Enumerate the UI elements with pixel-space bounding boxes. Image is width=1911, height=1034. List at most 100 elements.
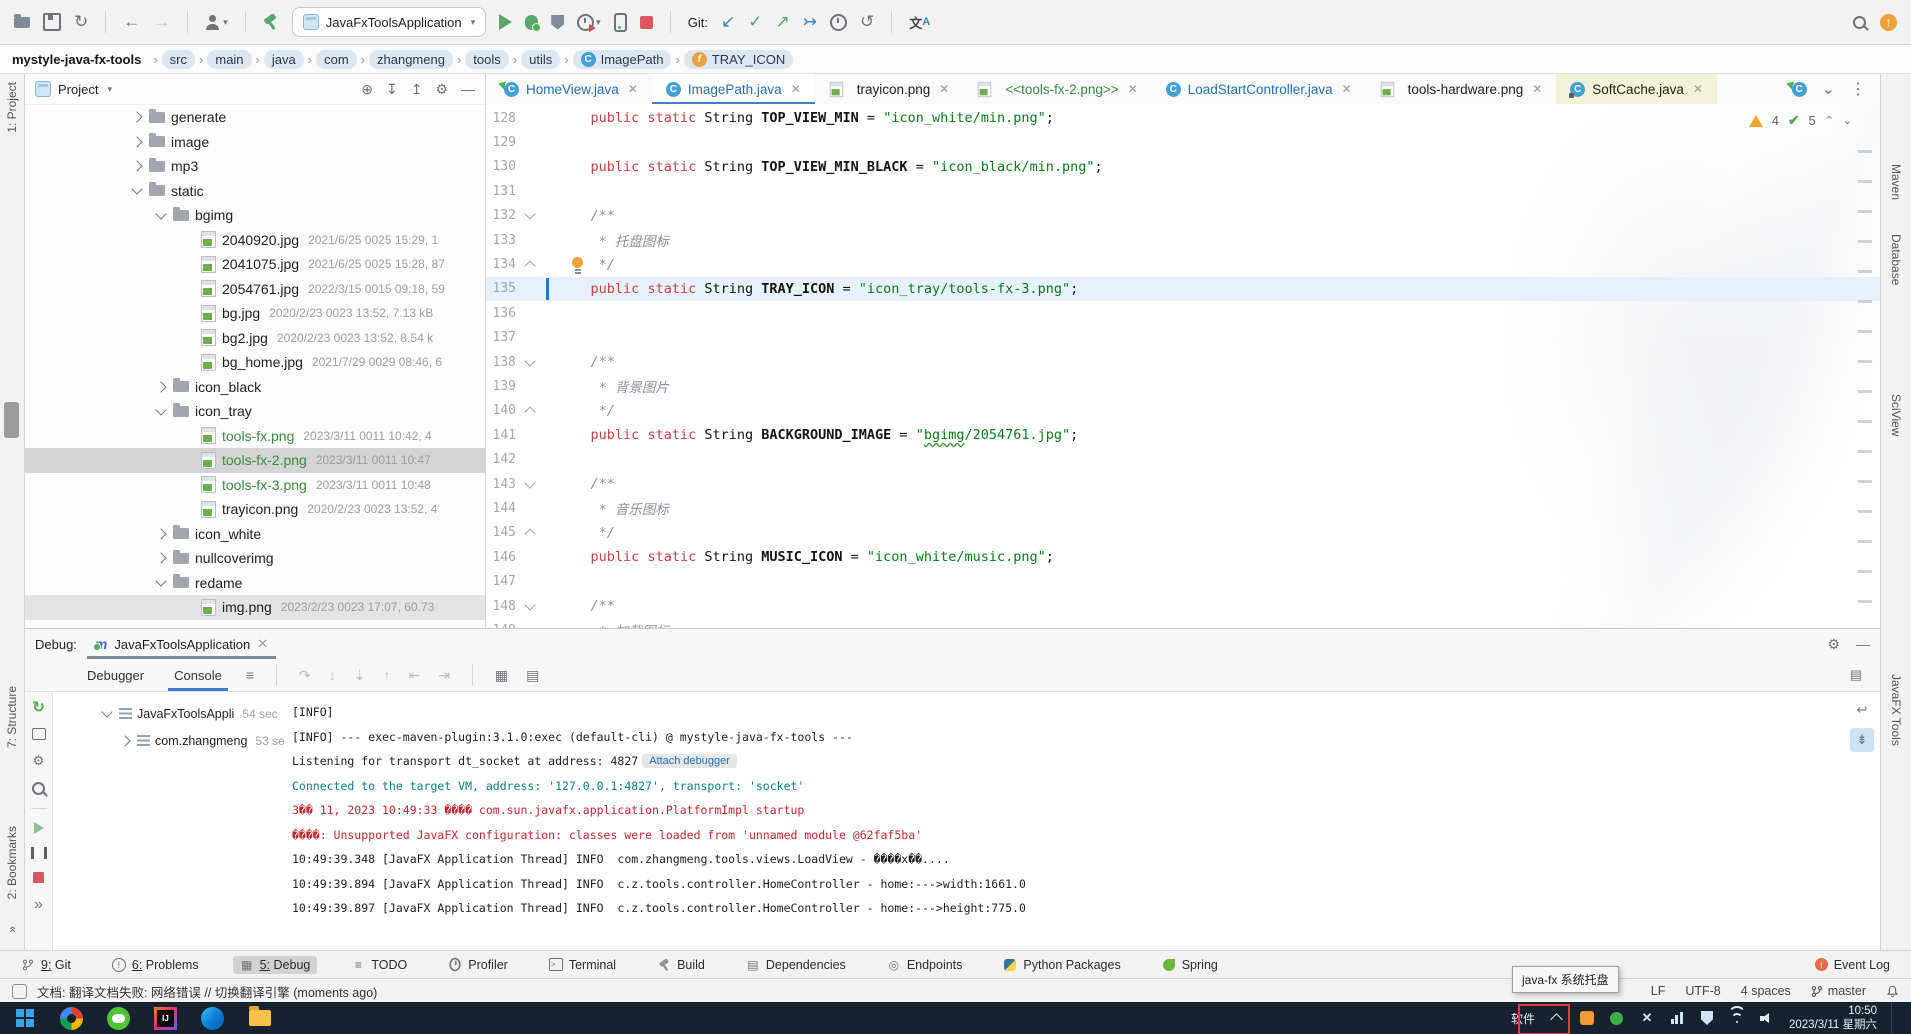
stop-icon[interactable] bbox=[33, 872, 44, 883]
close-icon[interactable]: ✕ bbox=[1532, 82, 1542, 96]
editor-tab[interactable]: CImagePath.java✕ bbox=[652, 74, 815, 104]
start-button[interactable] bbox=[12, 1006, 37, 1031]
chevron-right-icon[interactable] bbox=[116, 737, 134, 745]
fold-end-icon[interactable] bbox=[524, 260, 535, 271]
git-commit-icon[interactable]: ✓ bbox=[748, 12, 762, 32]
tree-row[interactable]: tools-fx.png2023/3/11 0011 10:42, 4 bbox=[25, 424, 485, 449]
sidebar-item-javafx-tools[interactable]: JavaFX Tools bbox=[1881, 674, 1911, 746]
code-line[interactable]: 148 /** bbox=[486, 594, 1880, 618]
soft-wrap-icon[interactable]: ↩ bbox=[1850, 698, 1874, 722]
user-profile-icon[interactable]: ▾ bbox=[205, 15, 228, 29]
javafx-tray-icon[interactable] bbox=[1609, 1010, 1625, 1026]
editor-tab[interactable]: <<tools-fx-2.png>>✕ bbox=[963, 74, 1151, 104]
history-icon[interactable] bbox=[830, 14, 847, 31]
chevron-right-icon[interactable] bbox=[125, 138, 149, 146]
editor-tab[interactable]: trayicon.png✕ bbox=[815, 74, 964, 104]
toolwindow-deps[interactable]: ▤Dependencies bbox=[739, 956, 853, 974]
toolwindow-endpoints[interactable]: ◎Endpoints bbox=[880, 956, 970, 974]
toolwindow-todo[interactable]: ≡TODO bbox=[344, 956, 414, 974]
stop-button[interactable] bbox=[640, 16, 653, 29]
code-line[interactable]: 144 * 音乐图标 bbox=[486, 496, 1880, 520]
save-icon[interactable] bbox=[43, 13, 61, 31]
sidebar-item-sciview[interactable]: SciView bbox=[1881, 394, 1911, 436]
fold-start-icon[interactable] bbox=[524, 477, 535, 488]
run-with-coverage-icon[interactable] bbox=[551, 15, 564, 30]
toolwindow-git[interactable]: 9: Git bbox=[14, 956, 78, 974]
git-cherry-pick-icon[interactable]: ↣ bbox=[803, 12, 817, 32]
run-button[interactable] bbox=[499, 14, 512, 30]
code-line[interactable]: 132 /** bbox=[486, 204, 1880, 228]
close-icon[interactable]: ✕ bbox=[257, 636, 268, 652]
browser-icon[interactable] bbox=[59, 1006, 84, 1031]
sidebar-item-structure[interactable]: 7: Structure bbox=[0, 686, 24, 748]
attach-debugger-link[interactable]: Attach debugger bbox=[642, 754, 737, 768]
tree-row[interactable]: 2041075.jpg2021/6/25 0025 15:28, 87 bbox=[25, 252, 485, 277]
close-icon[interactable]: ✕ bbox=[628, 82, 638, 96]
inspections-widget[interactable]: 4 ✔ 5 ⌃ ⌄ bbox=[1749, 112, 1852, 129]
update-available-icon[interactable]: ↑ bbox=[1880, 14, 1897, 31]
code-line[interactable]: 131 bbox=[486, 179, 1880, 203]
breadcrumb-item[interactable]: utils bbox=[521, 50, 560, 69]
open-icon[interactable] bbox=[14, 17, 30, 28]
hide-panel-icon[interactable]: — bbox=[461, 81, 475, 97]
resume-icon[interactable] bbox=[34, 822, 44, 834]
thread-dump-icon[interactable] bbox=[32, 728, 46, 740]
sidebar-item-bookmarks[interactable]: 2: Bookmarks bbox=[0, 826, 24, 899]
step-out-icon[interactable]: ↑ bbox=[383, 667, 390, 683]
chevron-right-icon[interactable] bbox=[149, 554, 173, 562]
git-push-icon[interactable]: ↗ bbox=[775, 12, 789, 32]
tab-options-kebab-icon[interactable]: ⋮ bbox=[1850, 79, 1866, 99]
pause-icon[interactable] bbox=[31, 847, 47, 859]
evaluate-expression-icon[interactable]: ▦ bbox=[495, 667, 508, 684]
restore-layout-icon[interactable]: ▤ bbox=[1850, 667, 1880, 683]
chevron-right-icon[interactable] bbox=[149, 530, 173, 538]
close-icon[interactable]: ✕ bbox=[1128, 82, 1138, 96]
toolwindow-event-log[interactable]: i Event Log bbox=[1808, 956, 1897, 974]
network-wifi-icon[interactable] bbox=[1729, 1010, 1745, 1026]
chevron-down-icon[interactable] bbox=[149, 213, 173, 218]
tree-row[interactable]: 2040920.jpg2021/6/25 0025 15:29, 1 bbox=[25, 228, 485, 253]
tree-row[interactable]: generate bbox=[25, 105, 485, 130]
tab-console[interactable]: Console bbox=[168, 659, 228, 691]
scroll-to-end-icon[interactable]: ⇟ bbox=[1850, 728, 1874, 752]
file-explorer-icon[interactable] bbox=[247, 1006, 272, 1031]
more-tool-windows-icon[interactable]: » bbox=[0, 926, 24, 933]
tree-row[interactable]: img.png2023/2/23 0023 17:07, 60.73 bbox=[25, 595, 485, 620]
build-hammer-icon[interactable] bbox=[263, 14, 279, 30]
locate-file-icon[interactable]: ⊕ bbox=[361, 81, 373, 98]
line-ending-indicator[interactable]: LF bbox=[1651, 984, 1666, 998]
volume-icon[interactable] bbox=[1759, 1010, 1775, 1026]
chevron-down-icon[interactable] bbox=[125, 188, 149, 193]
tree-row[interactable]: static bbox=[25, 179, 485, 204]
breadcrumb-item[interactable]: main bbox=[207, 50, 251, 69]
forward-icon[interactable]: → bbox=[153, 12, 170, 32]
git-branch-widget[interactable]: master bbox=[1811, 984, 1866, 998]
process-tree-row[interactable]: JavaFxToolsAppli54 sec bbox=[52, 700, 284, 727]
code-line[interactable]: 137 bbox=[486, 326, 1880, 350]
close-icon[interactable]: ✕ bbox=[1342, 82, 1352, 96]
debug-session-tab[interactable]: m JavaFxToolsApplication ✕ bbox=[87, 629, 276, 659]
tree-row[interactable]: bg_home.jpg2021/7/29 0029 08:46, 6 bbox=[25, 350, 485, 375]
code-editor[interactable]: 128 public static String TOP_VIEW_MIN = … bbox=[486, 104, 1880, 628]
code-line[interactable]: 142 bbox=[486, 447, 1880, 471]
sidebar-item-maven[interactable]: Maven bbox=[1881, 164, 1911, 200]
search-icon[interactable] bbox=[32, 782, 45, 795]
prev-problem-icon[interactable]: ⌃ bbox=[1825, 114, 1834, 127]
code-line[interactable]: 129 bbox=[486, 130, 1880, 154]
code-line[interactable]: 130 public static String TOP_VIEW_MIN_BL… bbox=[486, 155, 1880, 179]
close-icon[interactable]: ✕ bbox=[791, 82, 801, 96]
tree-row[interactable]: tools-fx-3.png2023/3/11 0011 10:48 bbox=[25, 473, 485, 498]
code-line[interactable]: 149 * 加载图标 bbox=[486, 618, 1880, 628]
chevron-right-icon[interactable] bbox=[125, 113, 149, 121]
code-line[interactable]: 135 public static String TRAY_ICON = "ic… bbox=[486, 277, 1880, 301]
editor-tab[interactable]: CLoadStartController.java✕ bbox=[1152, 74, 1366, 104]
editor-tab[interactable]: CSoftCache.java✕ bbox=[1556, 74, 1717, 104]
sync-icon[interactable]: ↻ bbox=[74, 12, 88, 32]
tree-row[interactable]: bgimg bbox=[25, 203, 485, 228]
code-line[interactable]: 145 */ bbox=[486, 521, 1880, 545]
breadcrumb-item[interactable]: java bbox=[264, 50, 304, 69]
tree-row[interactable]: bg.jpg2020/2/23 0023 13:52, 7.13 kB bbox=[25, 301, 485, 326]
tray-orange-app-icon[interactable] bbox=[1579, 1010, 1595, 1026]
notifications-bell-icon[interactable] bbox=[1886, 985, 1899, 998]
edge-icon[interactable] bbox=[200, 1006, 225, 1031]
